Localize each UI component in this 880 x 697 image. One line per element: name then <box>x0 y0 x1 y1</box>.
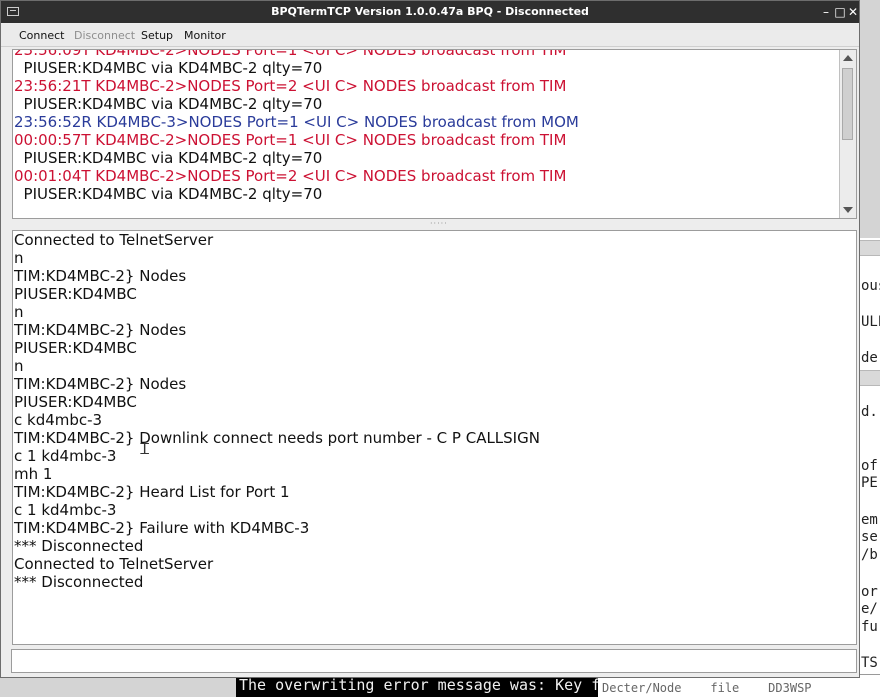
menu-setup[interactable]: Setup <box>141 24 173 46</box>
output-line: c kd4mbc-3 <box>14 411 103 429</box>
background-text: Decter/Node file DD3WSP <box>602 681 812 695</box>
background-text: or <box>861 584 878 600</box>
terminal-line: The overwriting error message was: Key f <box>236 675 598 697</box>
scroll-up-icon[interactable] <box>843 55 853 61</box>
menu-connect[interactable]: Connect <box>19 24 64 46</box>
output-line: TIM:KD4MBC-2} Nodes <box>14 321 187 339</box>
output-line: TIM:KD4MBC-2} Heard List for Port 1 <box>14 483 290 501</box>
output-line: c 1 kd4mbc-3 <box>14 501 117 519</box>
scrollbar-thumb[interactable] <box>842 68 853 140</box>
title-bar[interactable]: BPQTermTCP Version 1.0.0.47a BPQ - Disco… <box>1 1 859 23</box>
background-text: se <box>861 529 878 545</box>
output-line: mh 1 <box>14 465 53 483</box>
output-lines: Connected to TelnetServer n TIM:KD4MBC-2} … <box>14 231 540 591</box>
background-text: TS <box>861 655 878 671</box>
monitor-line: PIUSER:KD4MBC via KD4MBC-2 qlty=70 <box>14 185 323 203</box>
background-text: e/ <box>861 601 878 617</box>
background-text: of <box>861 458 878 474</box>
output-line: TIM:KD4MBC-2} Failure with KD4MBC-3 <box>14 519 310 537</box>
bpq-terminal-window: BPQTermTCP Version 1.0.0.47a BPQ - Disco… <box>0 0 860 678</box>
output-line: n <box>14 249 24 267</box>
background-text: em <box>861 512 878 528</box>
output-line: c 1 kd4mbc-3 <box>14 447 117 465</box>
background-text: /b <box>861 547 878 563</box>
background-text: PE <box>861 475 878 491</box>
output-line: *** Disconnected <box>14 573 144 591</box>
monitor-lines: 23:56:09T KD4MBC-2>NODES Port=1 <UI C> N… <box>14 49 840 203</box>
monitor-line: PIUSER:KD4MBC via KD4MBC-2 qlty=70 <box>14 95 323 113</box>
output-line: TIM:KD4MBC-2} Nodes <box>14 267 187 285</box>
background-text: fu <box>861 619 878 635</box>
background-text: de <box>861 350 878 366</box>
monitor-line: PIUSER:KD4MBC via KD4MBC-2 qlty=70 <box>14 149 323 167</box>
monitor-line: 23:56:21T KD4MBC-2>NODES Port=2 <UI C> N… <box>14 77 567 95</box>
output-line: Connected to TelnetServer <box>14 555 214 573</box>
output-line: Connected to TelnetServer <box>14 231 214 249</box>
maximize-icon[interactable]: □ <box>833 4 847 20</box>
background-window-header <box>857 240 880 256</box>
monitor-line: 23:56:09T KD4MBC-2>NODES Port=1 <UI C> N… <box>14 49 567 59</box>
splitter-grip-icon[interactable]: ····· <box>430 220 448 228</box>
monitor-line: 00:01:04T KD4MBC-2>NODES Port=2 <UI C> N… <box>14 167 567 185</box>
output-line: PIUSER:KD4MBC <box>14 393 137 411</box>
close-icon[interactable]: ✕ <box>846 4 860 20</box>
menu-bar: Connect Disconnect Setup Monitor <box>1 24 859 47</box>
pane-splitter[interactable]: ····· <box>12 220 857 230</box>
monitor-scrollbar[interactable] <box>839 50 856 218</box>
menu-disconnect[interactable]: Disconnect <box>74 24 135 46</box>
output-line: TIM:KD4MBC-2} Nodes <box>14 375 187 393</box>
output-pane[interactable]: Connected to TelnetServer n TIM:KD4MBC-2} … <box>12 230 857 645</box>
command-input[interactable] <box>11 649 857 673</box>
background-text: d. <box>861 404 878 420</box>
output-line: *** Disconnected <box>14 537 144 555</box>
monitor-line: 23:56:52R KD4MBC-3>NODES Port=1 <UI C> N… <box>14 113 579 131</box>
background-window-header <box>857 370 880 386</box>
minimize-icon[interactable]: – <box>819 4 833 20</box>
output-line: n <box>14 357 24 375</box>
output-line: PIUSER:KD4MBC <box>14 339 137 357</box>
output-line: TIM:KD4MBC-2} Downlink connect needs por… <box>14 429 540 447</box>
terminal-text: The overwriting error message was: Key f <box>239 676 598 694</box>
window-title: BPQTermTCP Version 1.0.0.47a BPQ - Disco… <box>271 5 589 18</box>
scroll-down-icon[interactable] <box>843 207 853 213</box>
background-text: ULE <box>861 314 880 330</box>
monitor-pane[interactable]: 23:56:09T KD4MBC-2>NODES Port=1 <UI C> N… <box>12 49 857 219</box>
output-line: n <box>14 303 24 321</box>
monitor-line: 00:00:57T KD4MBC-2>NODES Port=1 <UI C> N… <box>14 131 567 149</box>
monitor-line: PIUSER:KD4MBC via KD4MBC-2 qlty=70 <box>14 59 323 77</box>
output-line: PIUSER:KD4MBC <box>14 285 137 303</box>
background-text: ous <box>861 278 880 294</box>
menu-monitor[interactable]: Monitor <box>184 24 226 46</box>
ibeam-cursor-icon: Ꮖ <box>140 440 150 458</box>
